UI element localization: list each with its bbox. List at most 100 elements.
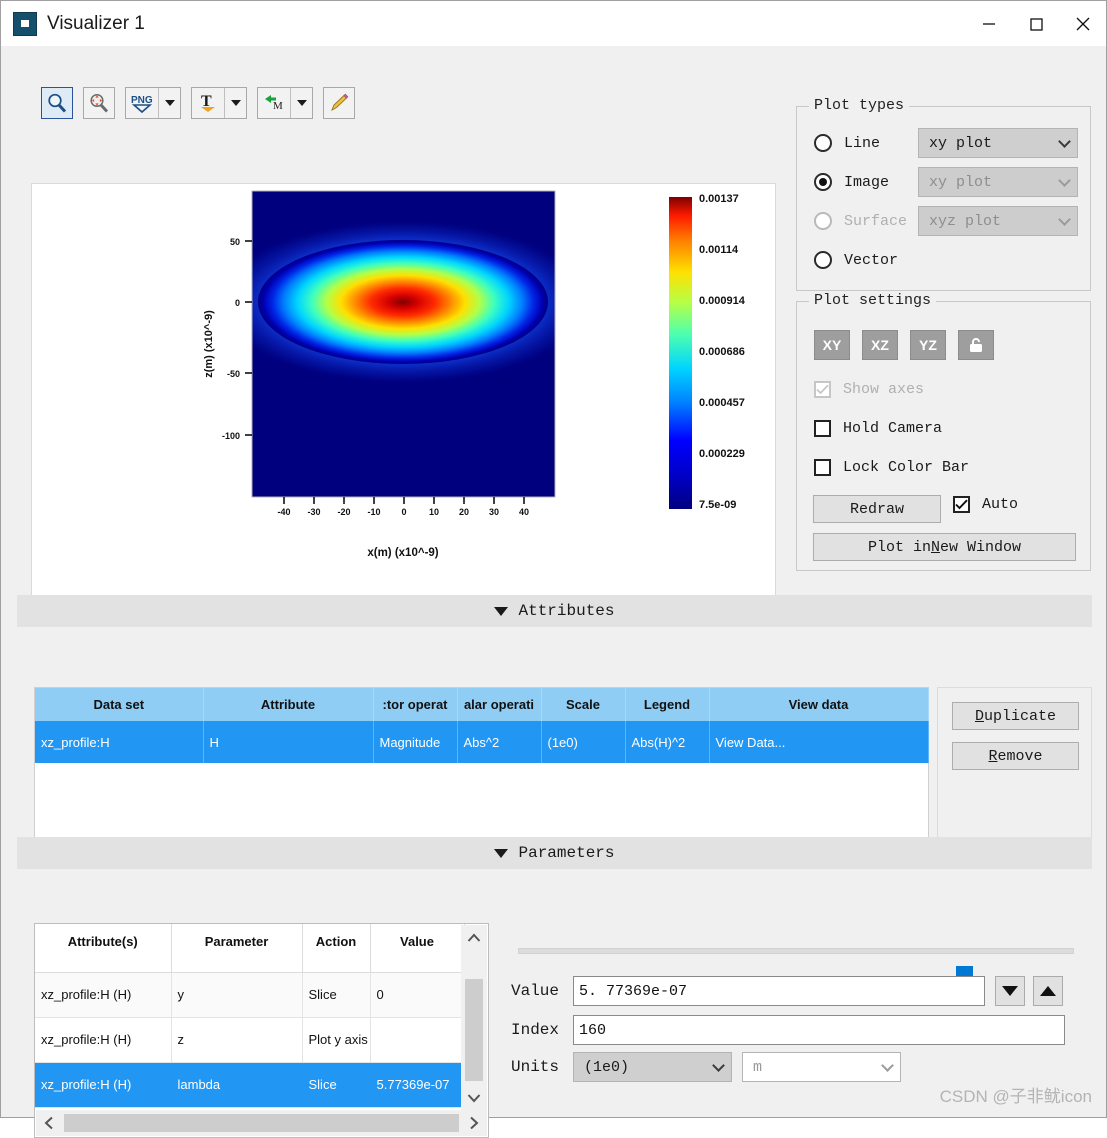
cell-legend[interactable]: Abs(H)^2: [625, 721, 710, 763]
pcol-parameter[interactable]: Parameter: [171, 924, 303, 973]
units-scale-combo[interactable]: (1e0): [573, 1052, 732, 1082]
col-data-set[interactable]: Data set: [35, 688, 204, 721]
edit-tool-button[interactable]: [323, 87, 355, 119]
matlab-export-group[interactable]: M: [257, 87, 313, 119]
table-row[interactable]: xz_profile:H (H) lambda Slice 5.77369e-0…: [35, 1062, 465, 1108]
redraw-button[interactable]: Redraw: [813, 495, 941, 523]
pcell-parameter[interactable]: z: [171, 1017, 303, 1063]
col-legend[interactable]: Legend: [625, 688, 710, 721]
attributes-section-header[interactable]: Attributes: [17, 595, 1092, 627]
attributes-table[interactable]: Data set Attribute :tor operat alar oper…: [34, 687, 929, 856]
parameters-table[interactable]: Attribute(s) Parameter Action Value xz_p…: [34, 923, 489, 1138]
pcell-value[interactable]: [370, 1017, 465, 1063]
pcell-action[interactable]: Slice: [302, 972, 371, 1018]
plot-type-image-row[interactable]: Image xy plot: [814, 167, 1078, 197]
col-view-data[interactable]: View data: [709, 688, 929, 721]
text-tool-group[interactable]: T: [191, 87, 247, 119]
scroll-up-button[interactable]: [461, 925, 487, 951]
pcell-attribute[interactable]: xz_profile:H (H): [35, 1062, 172, 1108]
pcell-parameter[interactable]: lambda: [171, 1062, 303, 1108]
radio-image[interactable]: [814, 173, 832, 191]
pcell-action[interactable]: Slice: [302, 1062, 371, 1108]
scroll-down-button[interactable]: [461, 1085, 487, 1111]
checkbox-lock-color-bar[interactable]: [814, 459, 831, 476]
index-input[interactable]: 160: [573, 1015, 1065, 1045]
radio-line[interactable]: [814, 134, 832, 152]
value-decrement-button[interactable]: [995, 976, 1025, 1006]
plot-type-vector-row[interactable]: Vector: [814, 251, 898, 269]
checkbox-auto[interactable]: [953, 496, 970, 513]
plane-xz-button[interactable]: XZ: [862, 330, 898, 360]
table-row[interactable]: xz_profile:H H Magnitude Abs^2 (1e0) Abs…: [35, 721, 929, 763]
lock-color-bar-row[interactable]: Lock Color Bar: [814, 459, 969, 476]
radio-surface: [814, 212, 832, 230]
scroll-thumb-vertical[interactable]: [465, 979, 483, 1081]
plane-yz-button[interactable]: YZ: [910, 330, 946, 360]
cell-scale[interactable]: (1e0): [541, 721, 626, 763]
export-png-button[interactable]: PNG: [126, 88, 158, 118]
export-png-dropdown[interactable]: [158, 88, 180, 118]
value-input[interactable]: 5. 77369e-07: [573, 976, 985, 1006]
text-tool-dropdown[interactable]: [224, 88, 246, 118]
auto-row[interactable]: Auto: [953, 496, 1018, 513]
zoom-tool-button[interactable]: [41, 87, 73, 119]
scroll-left-button[interactable]: [36, 1110, 62, 1136]
remove-button[interactable]: Remove: [952, 742, 1079, 770]
pan-tool-button[interactable]: [83, 87, 115, 119]
hold-camera-row[interactable]: Hold Camera: [814, 420, 942, 437]
col-scalar-operation[interactable]: alar operati: [457, 688, 542, 721]
radio-vector[interactable]: [814, 251, 832, 269]
minimize-button[interactable]: [965, 1, 1012, 46]
matlab-export-button[interactable]: M: [258, 88, 290, 118]
chevron-down-icon: [1058, 212, 1071, 226]
line-plot-combo-value: xy plot: [929, 134, 993, 152]
pcell-value[interactable]: 5.77369e-07: [370, 1062, 465, 1108]
col-attribute[interactable]: Attribute: [203, 688, 374, 721]
plot-type-line-row[interactable]: Line xy plot: [814, 128, 1078, 158]
cell-data-set[interactable]: xz_profile:H: [35, 721, 204, 763]
chevron-down-icon: [881, 1058, 894, 1072]
chevron-down-icon: [1058, 134, 1071, 148]
pcol-action[interactable]: Action: [302, 924, 371, 973]
export-png-group[interactable]: PNG: [125, 87, 181, 119]
parameters-vertical-scrollbar[interactable]: [461, 925, 487, 1111]
cell-view-data[interactable]: View Data...: [709, 721, 929, 763]
matlab-export-dropdown[interactable]: [290, 88, 312, 118]
checkbox-hold-camera[interactable]: [814, 420, 831, 437]
units-scale-value: (1e0): [584, 1058, 630, 1076]
plane-xy-button[interactable]: XY: [814, 330, 850, 360]
pcell-value[interactable]: 0: [370, 972, 465, 1018]
cell-vector-op[interactable]: Magnitude: [373, 721, 458, 763]
plot-canvas[interactable]: 50 0 -50 -100 z(m) (x10^-9) -40 -30 -20 …: [31, 183, 776, 619]
col-scale[interactable]: Scale: [541, 688, 626, 721]
pcell-action[interactable]: Plot y axis: [302, 1017, 371, 1063]
cell-attribute[interactable]: H: [203, 721, 374, 763]
value-increment-button[interactable]: [1033, 976, 1063, 1006]
plane-buttons: XY XZ YZ: [814, 330, 994, 360]
table-row[interactable]: xz_profile:H (H) z Plot y axis: [35, 1017, 465, 1063]
units-unit-combo[interactable]: m: [742, 1052, 901, 1082]
plot-in-new-window-button[interactable]: Plot in New Window: [813, 533, 1076, 561]
text-tool-button[interactable]: T: [192, 88, 224, 118]
line-plot-combo[interactable]: xy plot: [918, 128, 1078, 158]
lock-aspect-button[interactable]: [958, 330, 994, 360]
plot-settings-group: Plot settings XY XZ YZ Show axes Hold Ca…: [796, 292, 1091, 571]
maximize-button[interactable]: [1012, 1, 1059, 46]
pcell-attribute[interactable]: xz_profile:H (H): [35, 1017, 172, 1063]
value-slider[interactable]: [518, 948, 1074, 991]
parameters-horizontal-scrollbar[interactable]: [36, 1110, 487, 1136]
col-vector-operation[interactable]: :tor operat: [373, 688, 458, 721]
scroll-thumb-horizontal[interactable]: [64, 1114, 459, 1132]
pcol-value[interactable]: Value: [370, 924, 465, 973]
table-row[interactable]: xz_profile:H (H) y Slice 0: [35, 972, 465, 1018]
pcol-attributes[interactable]: Attribute(s): [35, 924, 172, 973]
plot-types-group: Plot types Line xy plot Image xy plot Su…: [796, 97, 1091, 291]
duplicate-button[interactable]: Duplicate: [952, 702, 1079, 730]
svg-text:0.00114: 0.00114: [699, 244, 739, 256]
scroll-right-button[interactable]: [461, 1110, 487, 1136]
parameters-section-header[interactable]: Parameters: [17, 837, 1092, 869]
pcell-attribute[interactable]: xz_profile:H (H): [35, 972, 172, 1018]
pcell-parameter[interactable]: y: [171, 972, 303, 1018]
close-button[interactable]: [1059, 1, 1106, 46]
cell-scalar-op[interactable]: Abs^2: [457, 721, 542, 763]
